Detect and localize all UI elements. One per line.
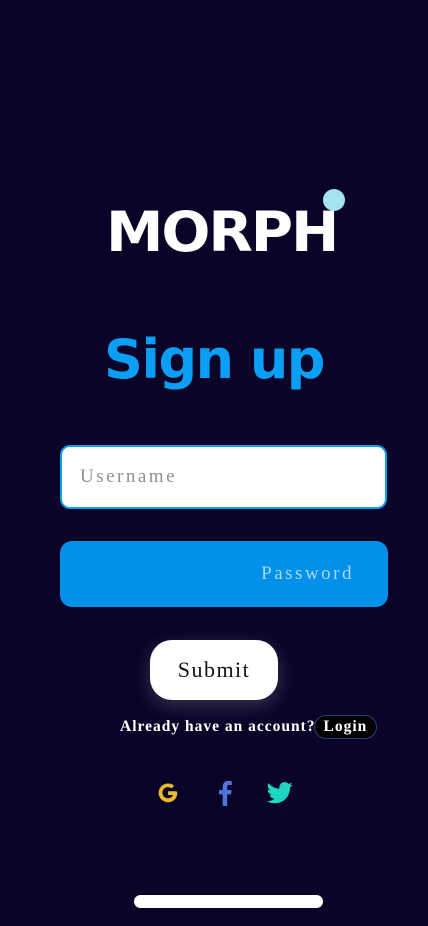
page-title: Sign up xyxy=(104,328,325,391)
brand-dot xyxy=(323,189,345,211)
facebook-login-button[interactable] xyxy=(210,778,240,808)
login-prompt: Already have an account? xyxy=(120,718,316,735)
facebook-icon xyxy=(219,780,232,806)
login-row: Already have an account? Login xyxy=(120,714,378,740)
home-indicator xyxy=(134,895,323,908)
google-icon xyxy=(158,783,178,803)
twitter-login-button[interactable] xyxy=(265,778,295,808)
google-login-button[interactable] xyxy=(153,778,183,808)
twitter-icon xyxy=(267,782,293,804)
brand-logo: MORPH xyxy=(106,188,356,268)
submit-button[interactable]: Submit xyxy=(150,640,278,700)
brand-name: MORPH xyxy=(106,200,339,264)
login-button[interactable]: Login xyxy=(313,715,378,739)
password-input[interactable] xyxy=(60,541,388,607)
username-input[interactable] xyxy=(60,445,387,509)
